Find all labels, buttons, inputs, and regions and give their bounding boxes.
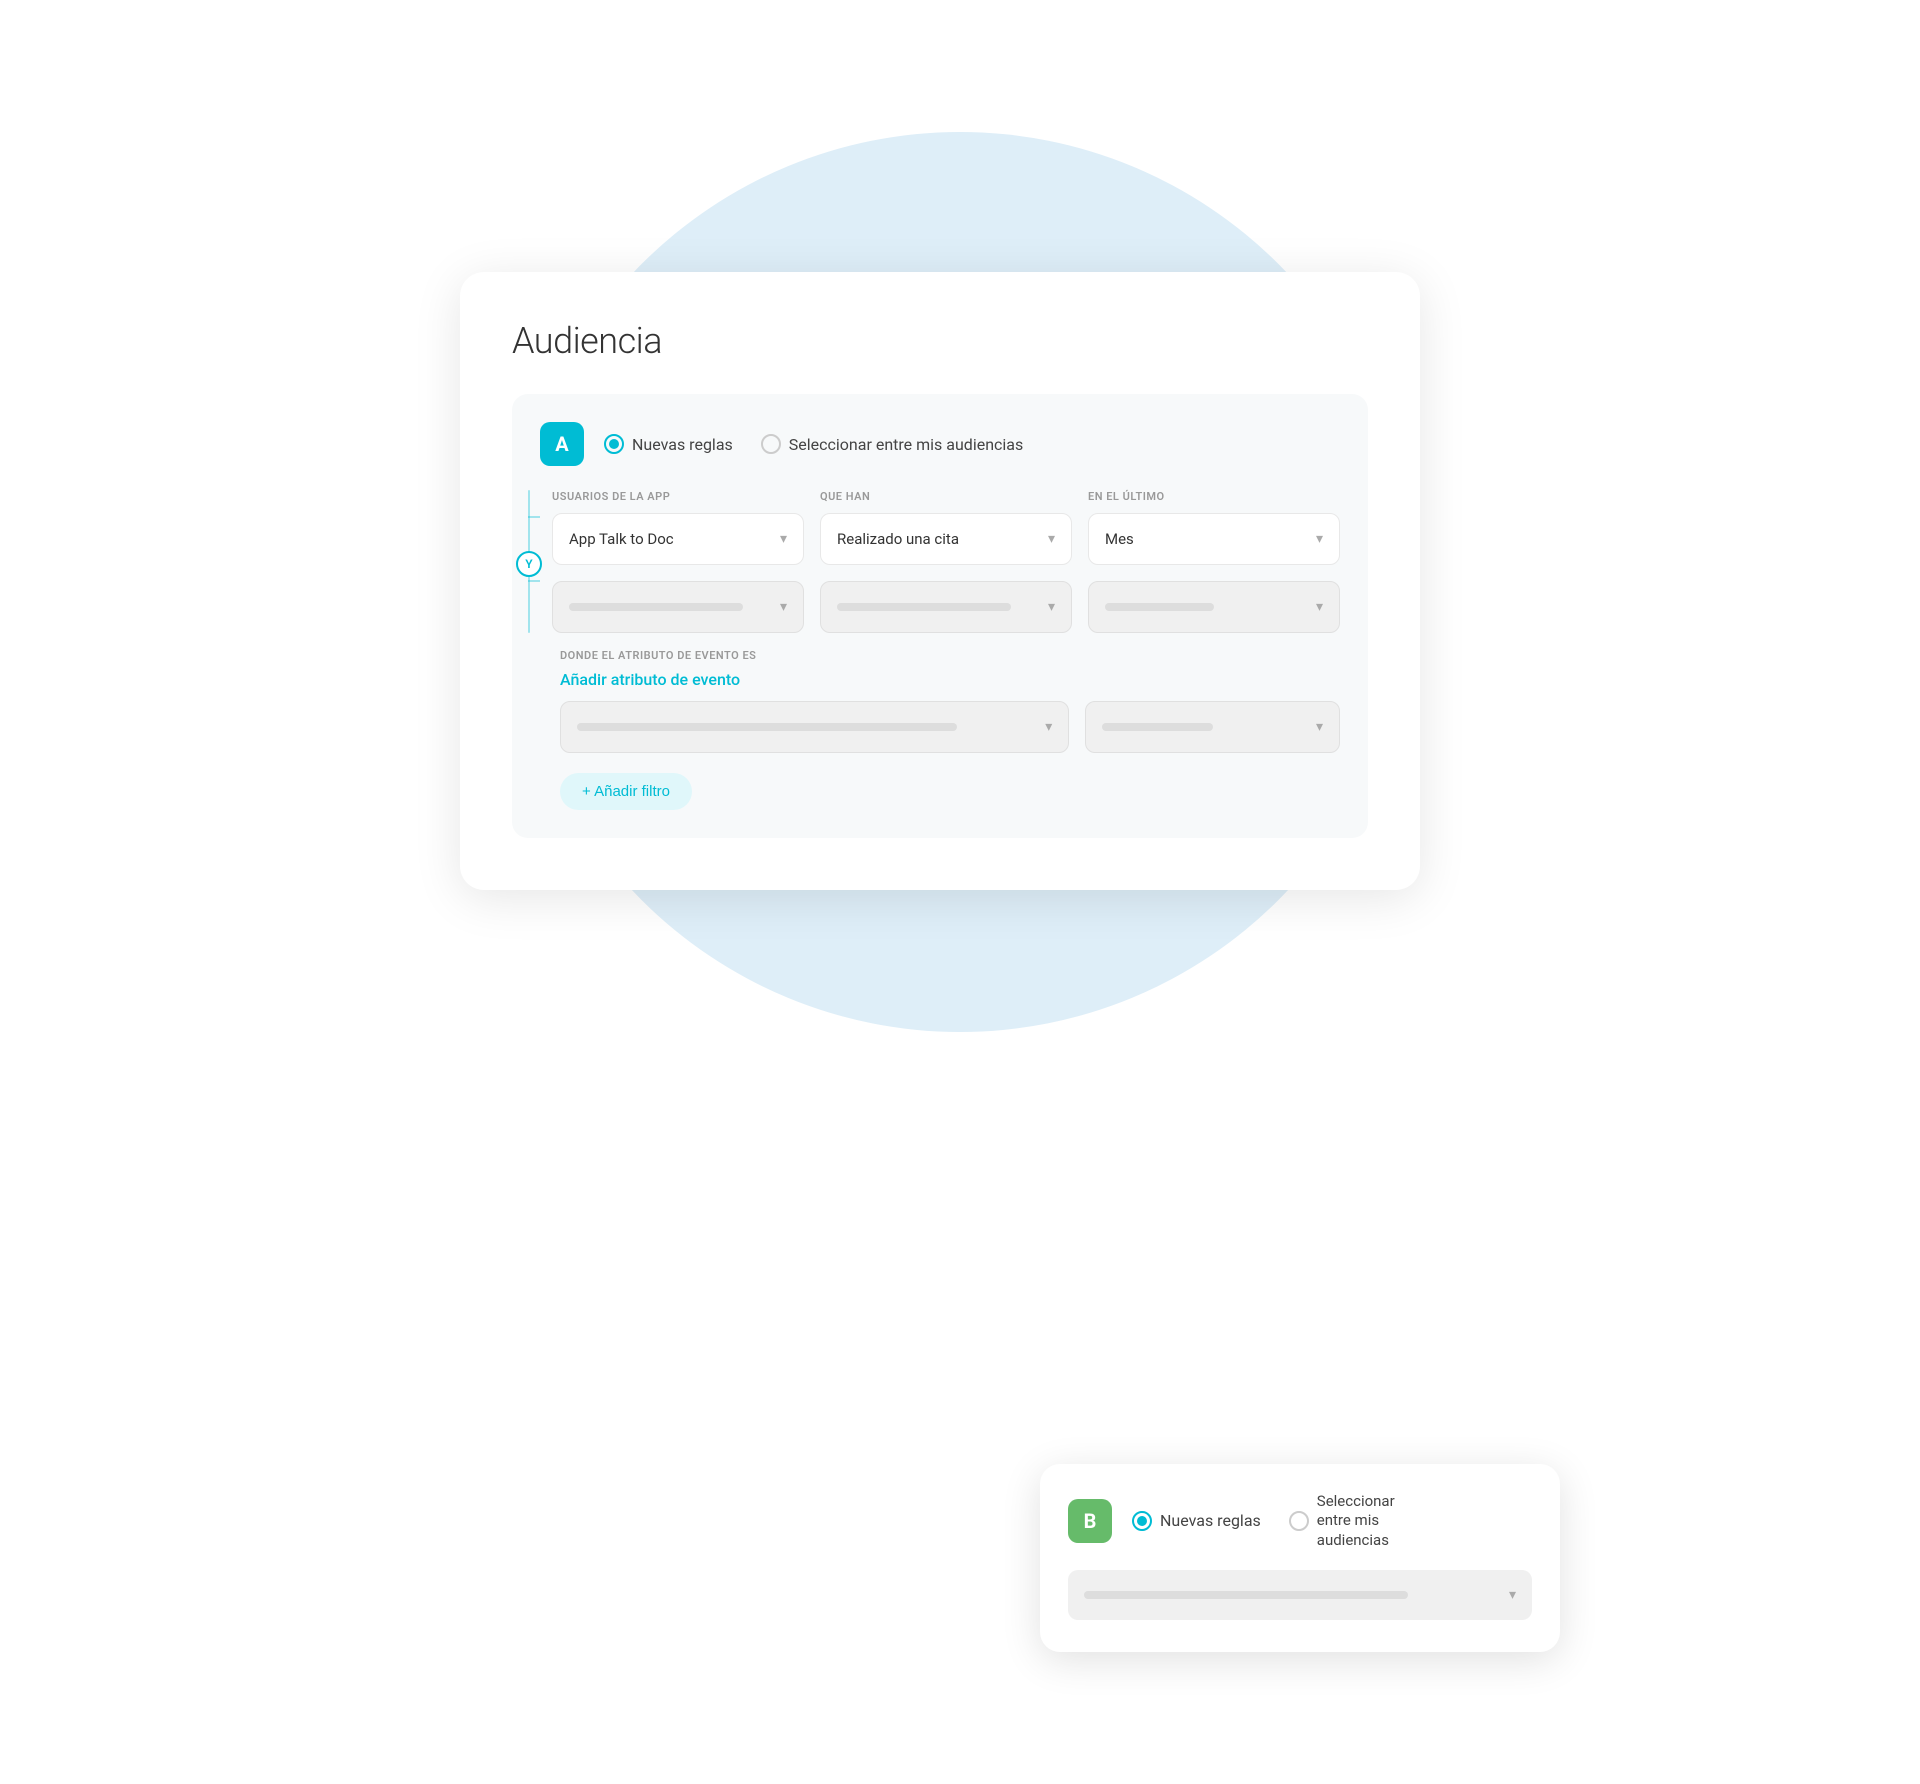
radio-circle-b-1 [1132, 1511, 1152, 1531]
event-attr-select-1[interactable]: ▾ [560, 701, 1069, 753]
group-a-header: A Nuevas reglas Seleccionar entre mis au… [540, 422, 1340, 466]
filter-row-2: ▾ ▾ ▾ [552, 581, 1340, 633]
placeholder-bar-1 [569, 603, 743, 611]
event-attr-col-2: ▾ [1085, 701, 1340, 753]
group-a-card: A Nuevas reglas Seleccionar entre mis au… [512, 394, 1368, 838]
time-select-value: Mes [1105, 530, 1134, 548]
app-select[interactable]: App Talk to Doc ▾ [552, 513, 804, 565]
filter-row-1: USUARIOS DE LA APP App Talk to Doc ▾ QUE… [552, 490, 1340, 565]
event-attr-col-1: ▾ [560, 701, 1069, 753]
filter-col-1-1: USUARIOS DE LA APP App Talk to Doc ▾ [552, 490, 804, 565]
empty-chevron-1: ▾ [780, 599, 787, 615]
filter-col-2-3: ▾ [1088, 581, 1340, 633]
group-a-badge: A [540, 422, 584, 466]
radio-label-b-2: Seleccionar entre mis audiencias [1317, 1492, 1429, 1551]
app-select-value: App Talk to Doc [569, 530, 674, 548]
empty-select-3[interactable]: ▾ [1088, 581, 1340, 633]
group-b-chevron: ▾ [1509, 1587, 1516, 1603]
empty-select-2[interactable]: ▾ [820, 581, 1072, 633]
event-attr-placeholder-2 [1102, 723, 1212, 731]
group-b-placeholder-bar [1084, 1591, 1408, 1599]
main-card: Audiencia A Nuevas reglas Seleccionar en… [460, 272, 1420, 890]
add-filter-button[interactable]: + Añadir filtro [560, 773, 692, 810]
radio-circle-a-2 [761, 434, 781, 454]
filter-col-2-2: ▾ [820, 581, 1072, 633]
event-attr-label: DONDE EL ATRIBUTO DE EVENTO ES [560, 649, 1340, 662]
radio-label-b-1: Nuevas reglas [1160, 1511, 1261, 1530]
event-attr-section: DONDE EL ATRIBUTO DE EVENTO ES Añadir at… [560, 649, 1340, 753]
filter-label-ultimo: EN EL ÚLTIMO [1088, 490, 1340, 503]
add-event-attr-link[interactable]: Añadir atributo de evento [560, 670, 1340, 689]
filter-label-que-han: QUE HAN [820, 490, 1072, 503]
group-b-header: B Nuevas reglas Seleccionar entre mis au… [1068, 1492, 1532, 1551]
filter-col-1-3: EN EL ÚLTIMO Mes ▾ [1088, 490, 1340, 565]
scene: Audiencia A Nuevas reglas Seleccionar en… [400, 92, 1520, 1692]
y-connector-label: Y [516, 551, 542, 577]
horizontal-connector-2 [528, 580, 540, 582]
event-attr-chevron-1: ▾ [1045, 719, 1052, 735]
action-select[interactable]: Realizado una cita ▾ [820, 513, 1072, 565]
radio-label-a-1: Nuevas reglas [632, 435, 733, 454]
placeholder-bar-2 [837, 603, 1011, 611]
group-a-radio-group: Nuevas reglas Seleccionar entre mis audi… [604, 434, 1023, 454]
group-b-card: B Nuevas reglas Seleccionar entre mis au… [1040, 1464, 1560, 1653]
empty-select-1[interactable]: ▾ [552, 581, 804, 633]
time-select[interactable]: Mes ▾ [1088, 513, 1340, 565]
radio-mis-audiencias-a[interactable]: Seleccionar entre mis audiencias [761, 434, 1023, 454]
radio-mis-audiencias-b[interactable]: Seleccionar entre mis audiencias [1289, 1492, 1429, 1551]
filter-col-1-2: QUE HAN Realizado una cita ▾ [820, 490, 1072, 565]
app-select-chevron: ▾ [780, 531, 787, 547]
event-attr-placeholder-1 [577, 723, 957, 731]
group-b-select[interactable]: ▾ [1068, 1570, 1532, 1620]
filter-col-2-1: ▾ [552, 581, 804, 633]
action-select-chevron: ▾ [1048, 531, 1055, 547]
time-select-chevron: ▾ [1316, 531, 1323, 547]
filter-label-app: USUARIOS DE LA APP [552, 490, 804, 503]
filter-rows-section: USUARIOS DE LA APP App Talk to Doc ▾ QUE… [540, 490, 1340, 633]
radio-circle-a-1 [604, 434, 624, 454]
radio-nuevas-reglas-a[interactable]: Nuevas reglas [604, 434, 733, 454]
event-attr-select-2[interactable]: ▾ [1085, 701, 1340, 753]
event-attr-chevron-2: ▾ [1316, 719, 1323, 735]
group-b-radio-group: Nuevas reglas Seleccionar entre mis audi… [1132, 1492, 1429, 1551]
page-title: Audiencia [512, 320, 1368, 362]
radio-nuevas-reglas-b[interactable]: Nuevas reglas [1132, 1511, 1261, 1531]
radio-circle-b-2 [1289, 1511, 1309, 1531]
horizontal-connector-1 [528, 516, 540, 518]
empty-chevron-2: ▾ [1048, 599, 1055, 615]
action-select-value: Realizado una cita [837, 530, 959, 548]
radio-label-a-2: Seleccionar entre mis audiencias [789, 435, 1023, 454]
empty-chevron-3: ▾ [1316, 599, 1323, 615]
event-attr-row: ▾ ▾ [560, 701, 1340, 753]
group-b-badge: B [1068, 1499, 1112, 1543]
placeholder-bar-3 [1105, 603, 1214, 611]
